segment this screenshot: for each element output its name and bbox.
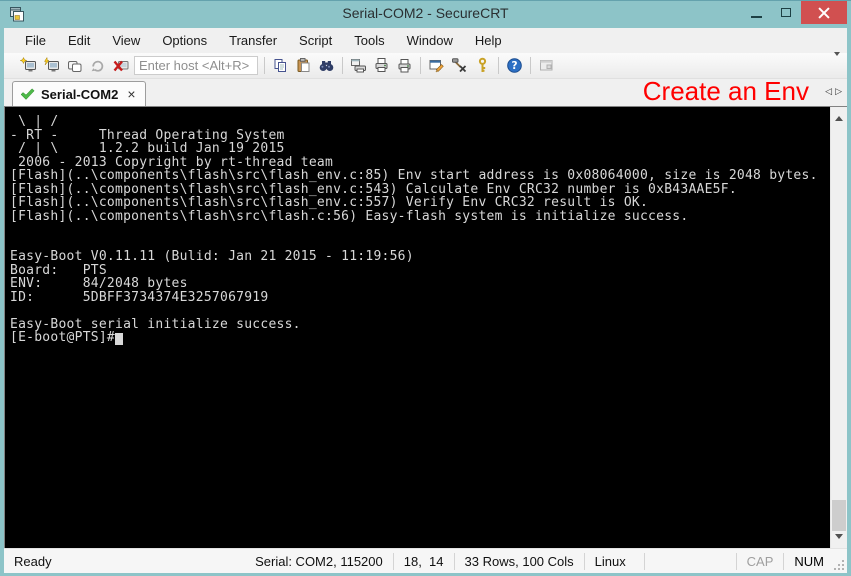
reconnect-icon[interactable] xyxy=(86,55,109,76)
svg-text:?: ? xyxy=(511,60,517,72)
session-manager-icon[interactable] xyxy=(535,55,558,76)
securecrt-window: Serial-COM2 - SecureCRT File Edit View O… xyxy=(0,0,851,576)
status-spacer xyxy=(644,553,736,570)
tab-serial-com2[interactable]: Serial-COM2 × xyxy=(12,81,146,106)
annotation-create-an-env: Create an Env xyxy=(643,76,809,107)
terminal-line: Easy-Boot V0.11.11 (Bulid: Jan 21 2015 -… xyxy=(10,250,830,264)
menu-tools[interactable]: Tools xyxy=(343,29,395,52)
copy-icon[interactable] xyxy=(269,55,292,76)
resize-grip[interactable] xyxy=(834,560,847,573)
find-icon[interactable] xyxy=(315,55,338,76)
terminal-screen[interactable]: \ | / - RT - Thread Operating System / |… xyxy=(5,107,830,548)
status-dimensions: 33 Rows, 100 Cols xyxy=(454,553,584,570)
status-serial: Serial: COM2, 115200 xyxy=(243,553,393,570)
tab-scroll-left-icon[interactable]: ◁ xyxy=(825,86,835,96)
toolbar-overflow-icon[interactable] xyxy=(834,56,843,74)
menu-options[interactable]: Options xyxy=(151,29,218,52)
terminal-line: / | \ 1.2.2 build Jan 19 2015 xyxy=(10,142,830,156)
scroll-up-icon[interactable] xyxy=(835,112,843,121)
menu-help[interactable]: Help xyxy=(464,29,513,52)
maximize-icon xyxy=(781,8,791,17)
window-title: Serial-COM2 - SecureCRT xyxy=(0,5,851,21)
terminal-line: [Flash](..\components\flash\src\flash.c:… xyxy=(10,210,830,224)
minimize-icon xyxy=(751,16,762,18)
terminal-line: [Flash](..\components\flash\src\flash_en… xyxy=(10,169,830,183)
tabbar: Serial-COM2 × Create an Env ◁▷ xyxy=(4,79,847,106)
help-icon[interactable]: ? xyxy=(503,55,526,76)
terminal-cursor xyxy=(115,333,123,345)
statusbar: Ready Serial: COM2, 115200 18, 14 33 Row… xyxy=(4,548,847,573)
status-num-lock: NUM xyxy=(783,553,834,570)
terminal-prompt-line: [E-boot@PTS]# xyxy=(10,331,830,345)
terminal-line: [Flash](..\components\flash\src\flash_en… xyxy=(10,183,830,197)
tab-scroll-arrows[interactable]: ◁▷ xyxy=(825,86,845,97)
terminal-line xyxy=(10,237,830,251)
menubar: File Edit View Options Transfer Script T… xyxy=(4,28,847,53)
toolbar-separator xyxy=(530,57,531,74)
host-input[interactable] xyxy=(134,56,258,75)
status-cursor-position: 18, 14 xyxy=(393,553,454,570)
menu-view[interactable]: View xyxy=(101,29,151,52)
terminal-line: Board: PTS xyxy=(10,264,830,278)
status-emulation: Linux xyxy=(584,553,644,570)
session-options-icon[interactable] xyxy=(425,55,448,76)
connect-icon[interactable] xyxy=(40,55,63,76)
close-button[interactable] xyxy=(801,1,847,24)
toolbar-separator xyxy=(264,57,265,74)
minimize-button[interactable] xyxy=(741,1,771,24)
paste-icon[interactable] xyxy=(292,55,315,76)
tab-label: Serial-COM2 xyxy=(41,87,118,102)
terminal-line: Easy-Boot serial initialize success. xyxy=(10,318,830,332)
terminal-line: ID: 5DBFF3734374E3257067919 xyxy=(10,291,830,305)
scrollbar-thumb[interactable] xyxy=(832,500,846,531)
toolbar-separator xyxy=(420,57,421,74)
terminal-line xyxy=(10,223,830,237)
tab-scroll-right-icon[interactable]: ▷ xyxy=(835,86,845,96)
terminal-line: [Flash](..\components\flash\src\flash_en… xyxy=(10,196,830,210)
print-eject-icon[interactable] xyxy=(370,55,393,76)
prompt-text: [E-boot@PTS]# xyxy=(10,330,115,345)
terminal-line: - RT - Thread Operating System xyxy=(10,129,830,143)
titlebar[interactable]: Serial-COM2 - SecureCRT xyxy=(0,1,851,28)
tab-close-icon[interactable]: × xyxy=(127,86,135,102)
menu-transfer[interactable]: Transfer xyxy=(218,29,288,52)
menu-edit[interactable]: Edit xyxy=(57,29,101,52)
toolbar-separator xyxy=(342,57,343,74)
maximize-button[interactable] xyxy=(771,1,801,24)
terminal-line: ENV: 84/2048 bytes xyxy=(10,277,830,291)
disconnect-icon[interactable] xyxy=(109,55,132,76)
menu-file[interactable]: File xyxy=(14,29,57,52)
close-icon xyxy=(818,7,830,19)
status-ready: Ready xyxy=(4,553,243,570)
keymap-icon[interactable] xyxy=(471,55,494,76)
auto-print-icon[interactable] xyxy=(347,55,370,76)
status-caps-lock: CAP xyxy=(736,553,784,570)
terminal-scrollbar[interactable] xyxy=(830,107,847,548)
quick-connect-icon[interactable] xyxy=(17,55,40,76)
global-options-icon[interactable] xyxy=(448,55,471,76)
toolbar-separator xyxy=(498,57,499,74)
menu-script[interactable]: Script xyxy=(288,29,343,52)
terminal-line: 2006 - 2013 Copyright by rt-thread team xyxy=(10,156,830,170)
terminal-line xyxy=(10,304,830,318)
terminal-line: \ | / xyxy=(10,115,830,129)
menu-window[interactable]: Window xyxy=(396,29,464,52)
print-icon[interactable] xyxy=(393,55,416,76)
scroll-down-icon[interactable] xyxy=(835,534,843,543)
connected-check-icon xyxy=(20,88,35,101)
connect-in-tab-icon[interactable] xyxy=(63,55,86,76)
